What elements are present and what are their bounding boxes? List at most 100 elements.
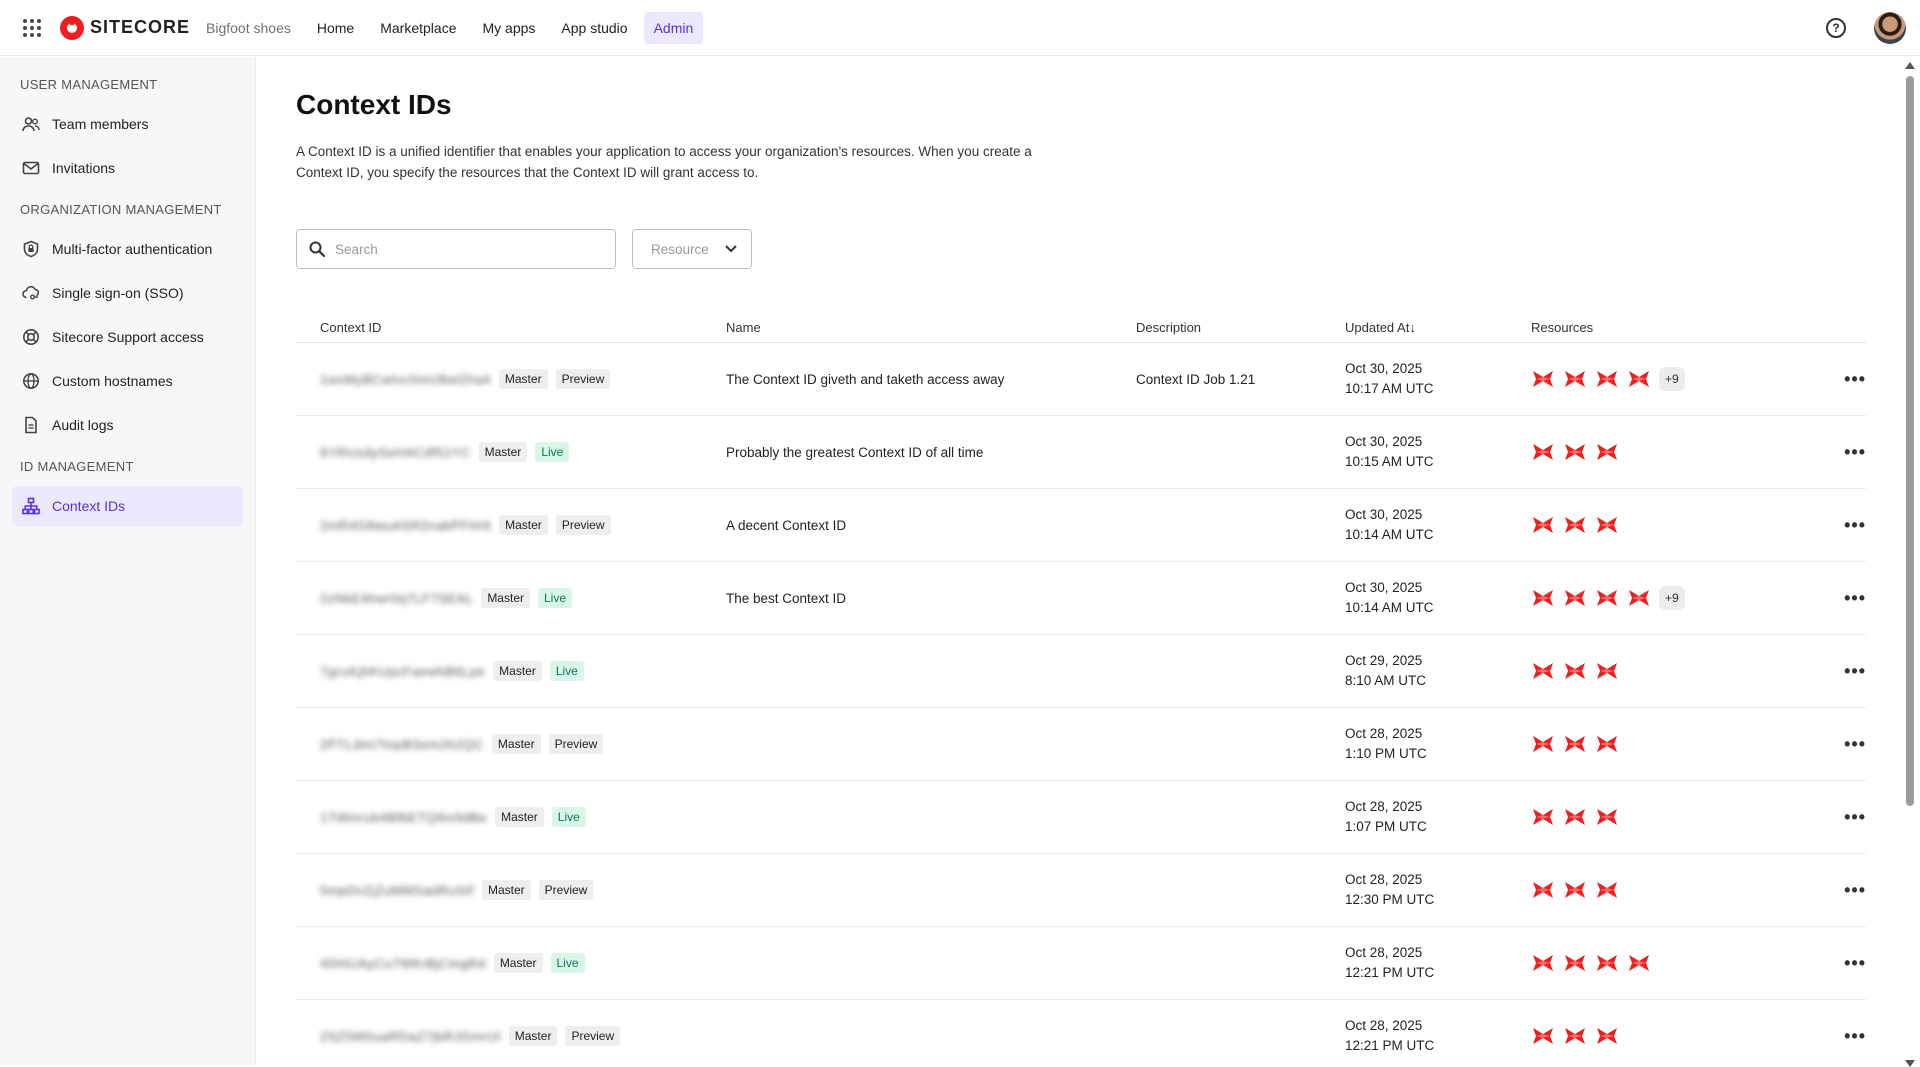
sidebar-item-label: Custom hostnames [52,373,173,389]
resource-filter-label: Resource [651,241,709,257]
cell-actions: ••• [1791,515,1866,536]
cell-updated-at: Oct 28, 2025 12:21 PM UTC [1345,1016,1531,1056]
updated-date: Oct 28, 2025 [1345,726,1423,741]
context-id-value[interactable]: 2PTLdmi7tnpBSem2h2QC [320,737,484,752]
search-input[interactable] [335,241,595,257]
sitecore-resource-icon [1531,368,1555,390]
table-row[interactable]: 40HiUAyCu7WKrBjCmgRd Master Live Oct 28, 20… [296,927,1866,1000]
table-row[interactable]: 6YRUsdySeHACdf51YC Master Live Probably the… [296,416,1866,489]
nav-item-my-apps[interactable]: My apps [472,12,545,44]
scroll-up-arrow-icon[interactable] [1905,62,1915,69]
sidebar-item-invitations[interactable]: Invitations [12,148,243,188]
env-badge: Master [498,369,548,389]
more-options-icon[interactable]: ••• [1844,442,1866,463]
sitecore-resource-icon [1627,952,1651,974]
sitecore-resource-icon [1563,733,1587,755]
table-row[interactable]: 2SZ5MSuaRDaZ7jbRJGmrUl Master Preview Oct 2… [296,1000,1866,1065]
cell-name: A decent Context ID [726,517,847,533]
context-id-value[interactable]: 1Tt8mrub4BfbETQ6iv9dBe [320,810,487,825]
scroll-down-arrow-icon[interactable] [1905,1060,1915,1067]
scroll-thumb[interactable] [1906,76,1914,806]
more-options-icon[interactable]: ••• [1844,880,1866,901]
sidebar-item-single-sign-on-sso[interactable]: Single sign-on (SSO) [12,273,243,313]
cell-updated-at: Oct 30, 2025 10:17 AM UTC [1345,359,1531,399]
table-row[interactable]: 5mpDvZjZuMMSadRuSIf Master Preview Oct 28, … [296,854,1866,927]
more-options-icon[interactable]: ••• [1844,369,1866,390]
cell-updated-at: Oct 28, 2025 12:30 PM UTC [1345,870,1531,910]
more-options-icon[interactable]: ••• [1844,734,1866,755]
resource-filter-select[interactable]: Resource [632,229,752,269]
context-id-value[interactable]: 2SZ5MSuaRDaZ7jbRJGmrUl [320,1029,501,1044]
column-header-context-id[interactable]: Context ID [296,320,726,335]
search-box[interactable] [296,229,616,269]
help-icon[interactable]: ? [1826,18,1846,38]
more-resources-badge[interactable]: +9 [1659,367,1685,391]
sidebar-section-title: USER MANAGEMENT [20,77,158,92]
column-header-name[interactable]: Name [726,320,1136,335]
sitecore-logo[interactable]: SITECORE [60,15,190,40]
context-id-value[interactable]: 1wxMyBCwIvc5mU8wl2ha4 [320,372,491,387]
env-badge: Master [495,807,544,827]
sitecore-resource-icon [1563,879,1587,901]
context-id-value[interactable]: 7gcxKjhKUpcFaewhB6Lpe [320,664,485,679]
sitecore-resource-icon [1595,660,1619,682]
more-options-icon[interactable]: ••• [1844,515,1866,536]
filter-bar: Resource [296,229,1866,269]
nav-item-admin[interactable]: Admin [643,11,704,44]
env-badge: Master [508,1026,558,1046]
sitecore-resource-icon [1531,952,1555,974]
context-id-value[interactable]: 2zNkE4hwr0q7LF7SEAL [320,591,473,606]
nav-item-home[interactable]: Home [307,12,364,44]
updated-time: 1:10 PM UTC [1345,746,1427,761]
org-name: Bigfoot shoes [206,19,291,36]
sitecore-resource-icon [1531,660,1555,682]
context-id-value[interactable]: 6YRUsdySeHACdf51YC [320,445,471,460]
sidebar-item-custom-hostnames[interactable]: Custom hostnames [12,361,243,401]
hierarchy-icon [22,497,40,515]
mail-icon [22,159,40,177]
context-id-value[interactable]: 2mR4G8wuASR2nakPFHr6 [320,518,491,533]
updated-date: Oct 29, 2025 [1345,653,1423,668]
more-options-icon[interactable]: ••• [1844,1026,1866,1047]
sidebar-item-team-members[interactable]: Team members [12,104,243,144]
cell-actions: ••• [1791,880,1866,901]
table-row[interactable]: 1Tt8mrub4BfbETQ6iv9dBe Master Live Oct 28, … [296,781,1866,854]
more-resources-badge[interactable]: +9 [1659,586,1685,610]
more-options-icon[interactable]: ••• [1844,661,1866,682]
table-row[interactable]: 2mR4G8wuASR2nakPFHr6 Master Preview A decen… [296,489,1866,562]
page-description: A Context ID is a unified identifier tha… [296,144,1032,180]
sitecore-resource-icon [1595,514,1619,536]
context-id-value[interactable]: 40HiUAyCu7WKrBjCmgRd [320,956,486,971]
context-id-value[interactable]: 5mpDvZjZuMMSadRuSIf [320,883,474,898]
cell-context-id: 6YRUsdySeHACdf51YC Master Live [296,442,726,462]
cell-context-id: 2SZ5MSuaRDaZ7jbRJGmrUl Master Preview [296,1026,726,1046]
sitecore-resource-icon [1563,441,1587,463]
sidebar-item-context-ids[interactable]: Context IDs [12,486,243,526]
search-icon [309,241,325,257]
cell-actions: ••• [1791,807,1866,828]
sidebar-item-sitecore-support-access[interactable]: Sitecore Support access [12,317,243,357]
column-header-updated-at[interactable]: Updated At↓ [1345,318,1531,338]
sitecore-resource-icon [1531,733,1555,755]
more-options-icon[interactable]: ••• [1844,953,1866,974]
more-options-icon[interactable]: ••• [1844,807,1866,828]
nav-item-app-studio[interactable]: App studio [551,12,637,44]
more-options-icon[interactable]: ••• [1844,588,1866,609]
avatar[interactable] [1874,12,1906,44]
sitecore-resource-icon [1531,514,1555,536]
document-icon [22,416,40,434]
table-row[interactable]: 2zNkE4hwr0q7LF7SEAL Master Live The best Co… [296,562,1866,635]
nav-item-marketplace[interactable]: Marketplace [370,12,466,44]
app-switcher-icon[interactable] [22,18,42,38]
table-row[interactable]: 7gcxKjhKUpcFaewhB6Lpe Master Live Oct 29, 2… [296,635,1866,708]
updated-date: Oct 30, 2025 [1345,507,1423,522]
table-row[interactable]: 2PTLdmi7tnpBSem2h2QC Master Preview Oct 28,… [296,708,1866,781]
sitecore-resource-icon [1563,806,1587,828]
page-scrollbar[interactable] [1904,60,1916,1067]
sidebar-item-multi-factor-authentication[interactable]: Multi-factor authentication [12,229,243,269]
sidebar-item-audit-logs[interactable]: Audit logs [12,405,243,445]
sitecore-resource-icon [1595,587,1619,609]
table-row[interactable]: 1wxMyBCwIvc5mU8wl2ha4 Master Preview The Co… [296,343,1866,416]
env-badge: Master [478,442,528,462]
column-header-description[interactable]: Description [1136,320,1345,335]
